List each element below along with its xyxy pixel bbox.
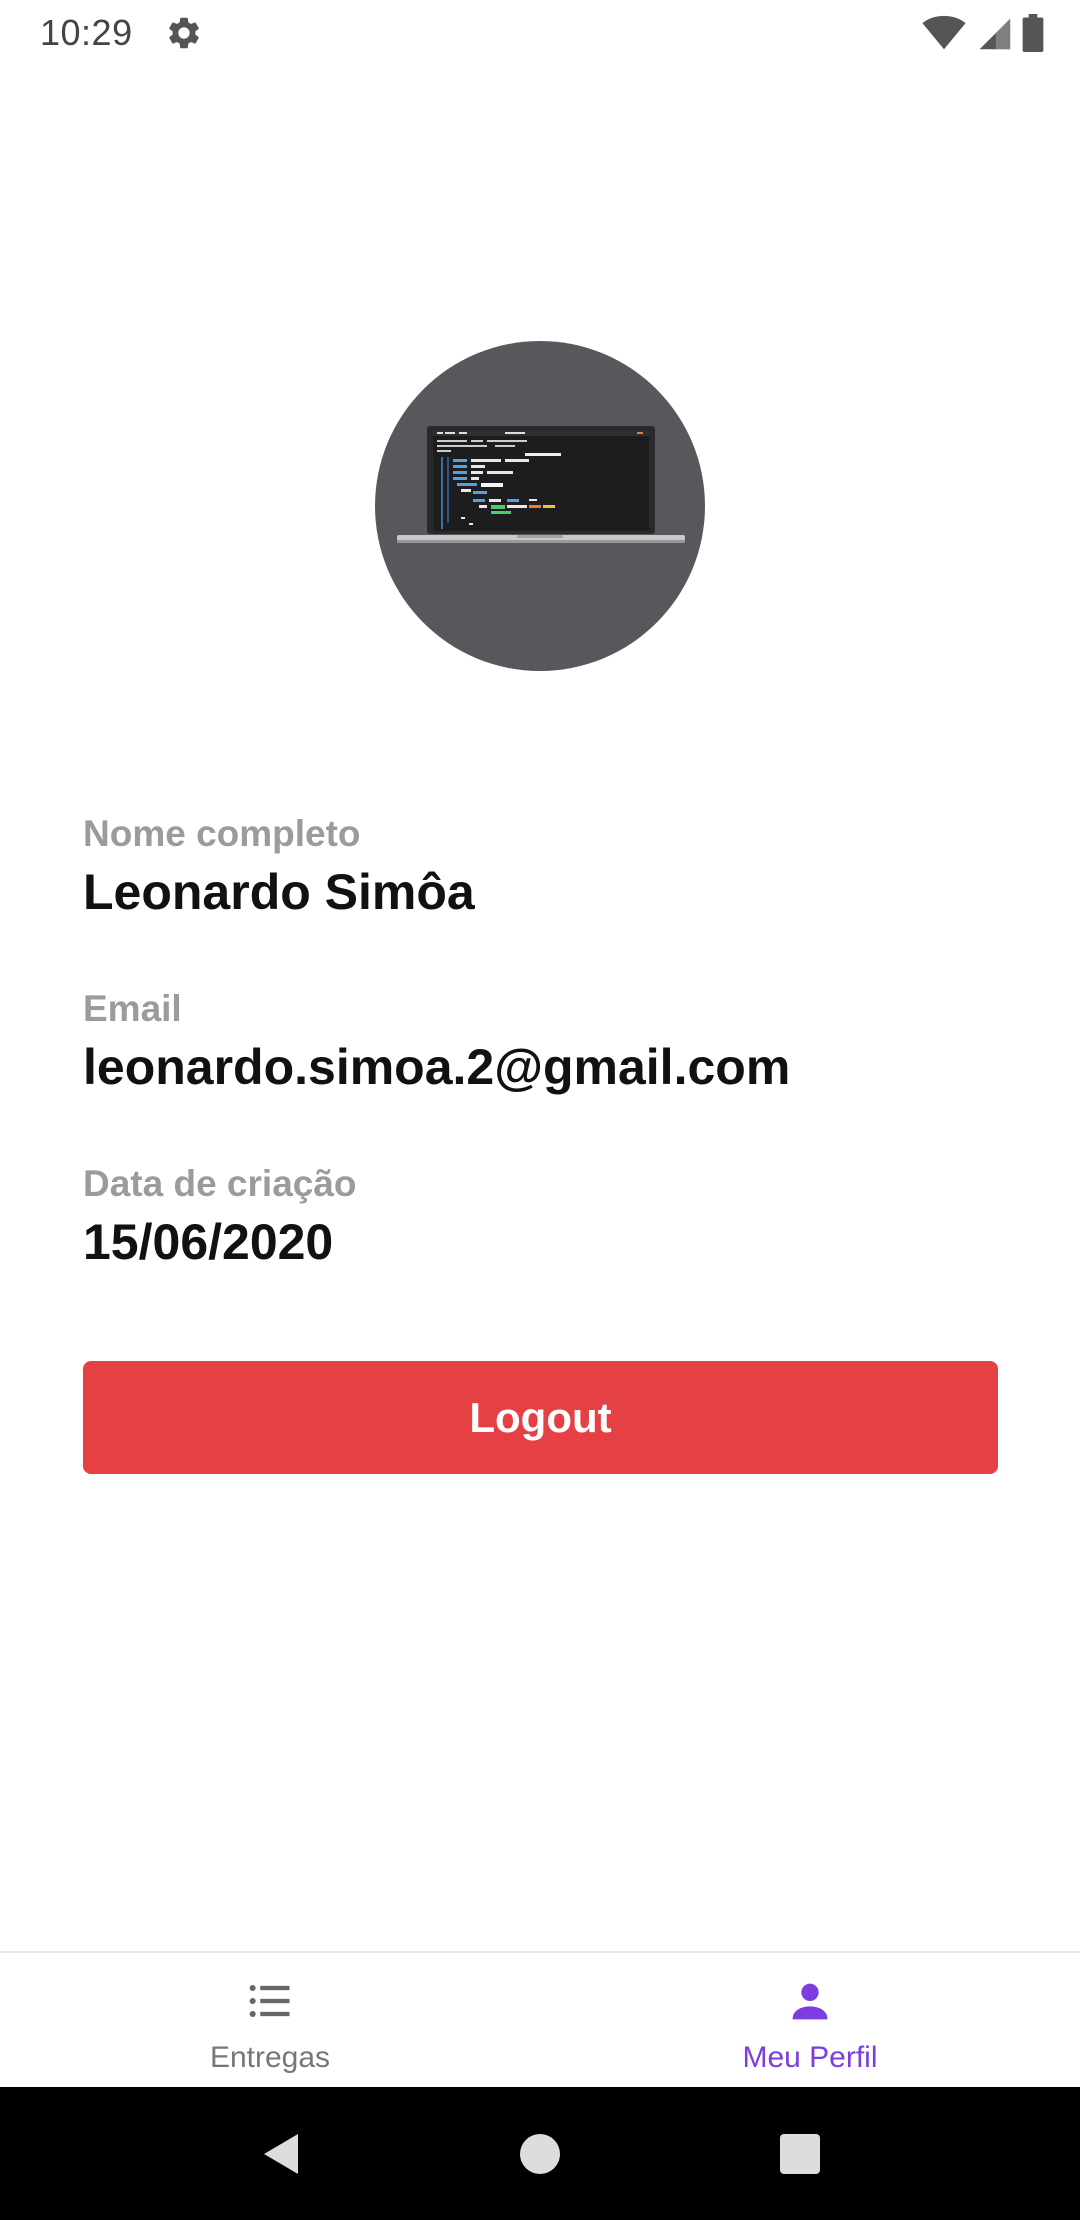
cell-signal-icon [979, 18, 1011, 50]
system-navigation-bar [0, 2087, 1080, 2220]
back-button[interactable] [250, 2124, 310, 2184]
logout-button[interactable]: Logout [83, 1361, 998, 1474]
recents-icon [780, 2133, 820, 2174]
wifi-icon [922, 15, 966, 50]
list-icon [249, 1984, 290, 2018]
settings-gear-icon [168, 17, 199, 49]
battery-icon [1022, 14, 1044, 52]
creation-date-label: Data de criação [83, 1163, 357, 1204]
full-name-value: Leonardo Simôa [83, 864, 475, 920]
person-icon [792, 1983, 828, 2020]
home-icon [520, 2133, 560, 2174]
profile-screen: 10:29 Nome completo Leonardo Simôa Email… [0, 0, 1080, 2220]
creation-date-field: Data de criação 15/06/2020 [83, 1162, 1003, 1272]
creation-date-value: 15/06/2020 [83, 1214, 334, 1270]
full-name-field: Nome completo Leonardo Simôa [83, 812, 1003, 922]
recents-button[interactable] [770, 2124, 830, 2184]
nav-item-entregas[interactable]: Entregas [0, 1953, 540, 2089]
email-field: Email leonardo.simoa.2@gmail.com [83, 987, 1003, 1097]
status-bar: 10:29 [0, 0, 1080, 66]
laptop-code-avatar [397, 426, 685, 543]
full-name-label: Nome completo [83, 813, 361, 854]
email-value: leonardo.simoa.2@gmail.com [83, 1039, 791, 1095]
home-button[interactable] [510, 2124, 570, 2184]
status-left: 10:29 [40, 12, 203, 54]
nav-item-meu-perfil[interactable]: Meu Perfil [540, 1953, 1080, 2089]
status-right [922, 14, 1044, 52]
status-time: 10:29 [40, 12, 133, 53]
nav-label-meu-perfil: Meu Perfil [742, 2041, 878, 2074]
bottom-navigation: Entregas Meu Perfil [0, 1951, 1080, 2089]
back-icon [264, 2133, 298, 2174]
email-label: Email [83, 988, 182, 1029]
profile-avatar[interactable] [375, 341, 705, 671]
nav-label-entregas: Entregas [209, 2041, 331, 2074]
